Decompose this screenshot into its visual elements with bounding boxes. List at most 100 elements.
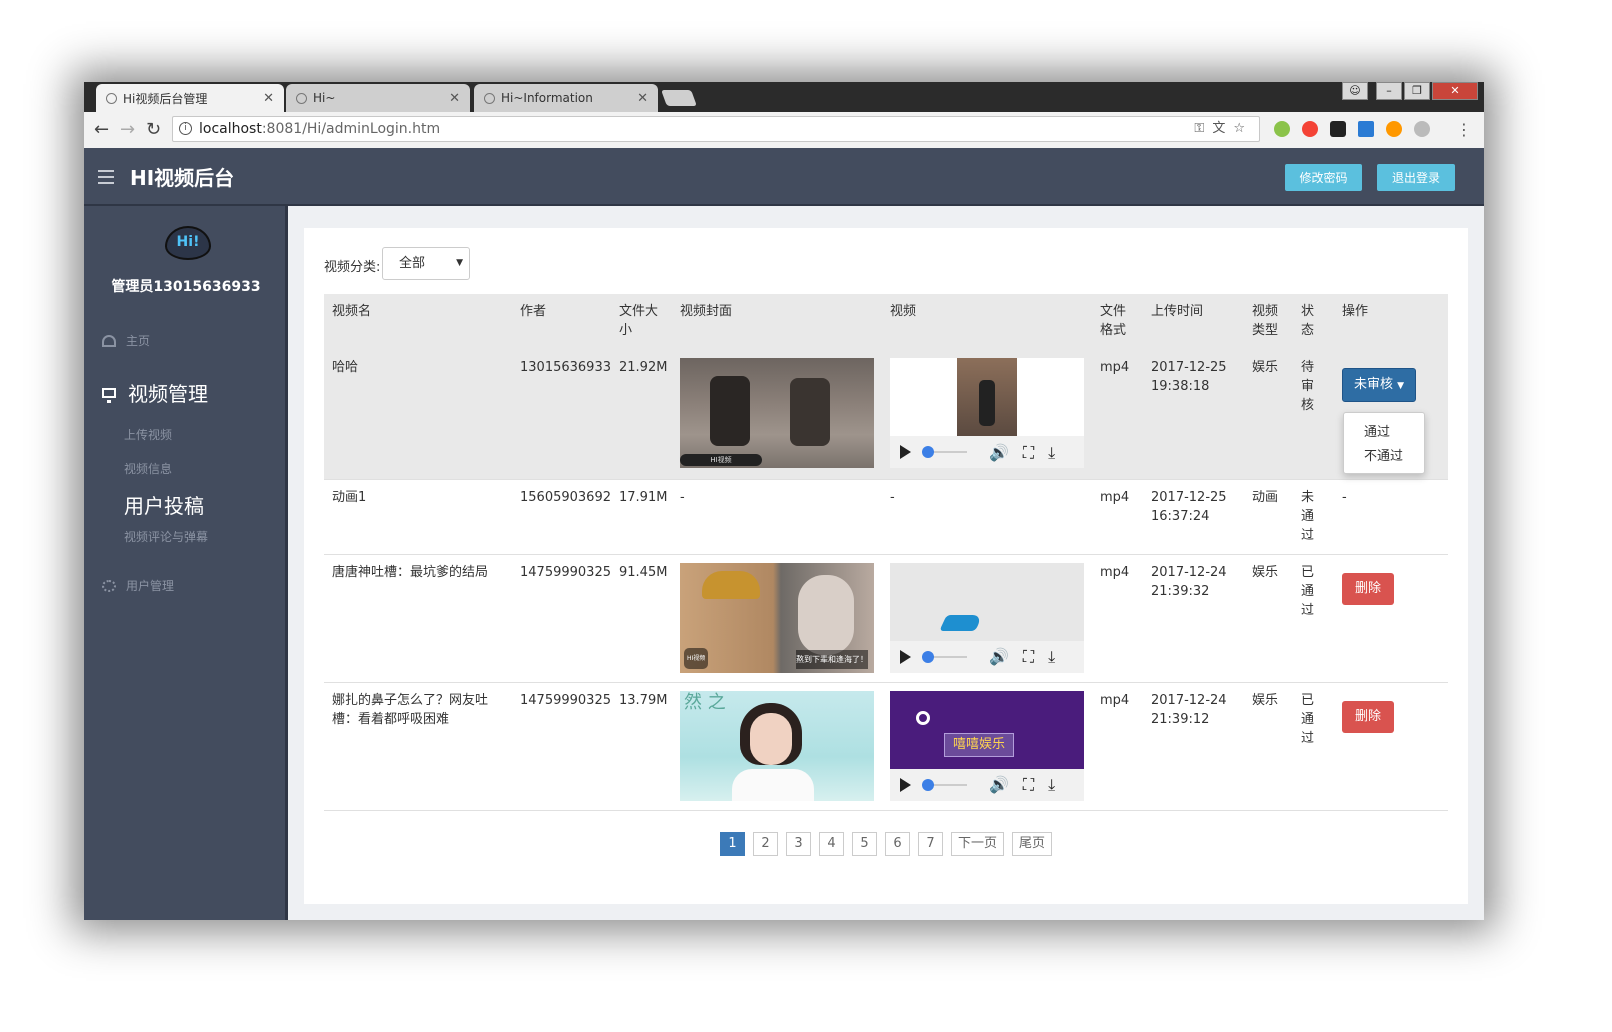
- caret-down-icon: ▼: [1397, 381, 1405, 391]
- content-panel: 视频分类: 全部 ▼ 视频名 作者 文件大小 视频封面 视频 文件格式 上传时间…: [304, 228, 1468, 904]
- dashboard-icon: [102, 334, 116, 347]
- video-status: 已通过: [1293, 682, 1334, 811]
- reload-icon[interactable]: ↻: [146, 120, 161, 140]
- video-player-cell: 🔊 ⛶ ⤓: [882, 554, 1092, 683]
- volume-icon[interactable]: 🔊: [989, 775, 1009, 794]
- logout-button[interactable]: 退出登录: [1377, 164, 1455, 191]
- page-button-1[interactable]: 1: [719, 832, 745, 856]
- video-screen[interactable]: [890, 562, 1084, 641]
- monitor-icon: [102, 387, 116, 403]
- sidebar-item-video-management[interactable]: 视频管理: [102, 378, 208, 407]
- sidebar-subitem-user-submissions[interactable]: 用户投稿: [124, 490, 204, 519]
- volume-icon[interactable]: 🔊: [989, 647, 1009, 666]
- page-button-6[interactable]: 6: [884, 832, 910, 856]
- delete-button[interactable]: 删除: [1342, 572, 1394, 605]
- fullscreen-icon[interactable]: ⛶: [1023, 443, 1034, 462]
- menu-item-approve[interactable]: 通过: [1344, 421, 1424, 445]
- headdress-shape: [702, 570, 760, 599]
- info-icon[interactable]: i: [179, 122, 192, 135]
- sidebar-subitem-comments[interactable]: 视频评论与弹幕: [124, 528, 208, 545]
- window-close-button[interactable]: ✕: [1432, 82, 1478, 100]
- upload-time: 2017-12-24 21:39:12: [1143, 682, 1244, 811]
- hamburger-icon[interactable]: [98, 170, 114, 188]
- arrow-left-icon[interactable]: ←: [94, 120, 109, 140]
- fullscreen-icon[interactable]: ⛶: [1023, 647, 1034, 666]
- volume-icon[interactable]: 🔊: [989, 443, 1009, 462]
- arrow-right-icon[interactable]: →: [120, 120, 135, 140]
- star-icon[interactable]: ☆: [1233, 121, 1253, 136]
- address-bar[interactable]: i localhost:8081/Hi/adminLogin.htm ⚿文☆: [172, 116, 1260, 142]
- video-type: 娱乐: [1244, 350, 1293, 480]
- sidebar-item-label: 视频管理: [128, 382, 208, 406]
- close-icon[interactable]: ✕: [449, 91, 460, 106]
- translate-icon[interactable]: 文: [1212, 121, 1233, 136]
- next-page-button[interactable]: 下一页: [950, 832, 1004, 856]
- delete-button[interactable]: 删除: [1342, 700, 1394, 733]
- sidebar-subitem-upload[interactable]: 上传视频: [124, 426, 172, 443]
- brand-title: HI视频后台: [130, 166, 235, 190]
- action-cell: 删除: [1334, 682, 1448, 811]
- extension-icon[interactable]: [1386, 121, 1402, 137]
- chat-favicon-icon: [484, 92, 495, 104]
- maximize-button[interactable]: ❐: [1404, 82, 1430, 100]
- extension-icon[interactable]: [1274, 121, 1290, 137]
- video-format: mp4: [1092, 350, 1143, 480]
- person-silhouette: [710, 376, 750, 446]
- browser-menu-icon[interactable]: ⋮: [1456, 120, 1472, 139]
- video-name: 哈哈: [324, 350, 512, 480]
- download-icon[interactable]: ⤓: [1048, 647, 1055, 666]
- download-icon[interactable]: ⤓: [1048, 775, 1055, 794]
- play-icon[interactable]: [900, 777, 911, 792]
- video-player[interactable]: 🔊 ⛶ ⤓: [890, 358, 1084, 468]
- close-icon[interactable]: ✕: [637, 91, 648, 106]
- extension-icon[interactable]: [1302, 121, 1318, 137]
- browser-toolbar: ← → ↻ i localhost:8081/Hi/adminLogin.htm…: [84, 112, 1484, 149]
- video-type: 娱乐: [1244, 682, 1293, 811]
- browser-tab-title: Hi视频后台管理: [123, 91, 208, 106]
- seek-slider[interactable]: [922, 650, 967, 663]
- seek-slider[interactable]: [922, 778, 967, 791]
- change-password-button[interactable]: 修改密码: [1285, 164, 1362, 191]
- sidebar-item-label: 用户管理: [126, 579, 175, 593]
- video-player[interactable]: 🔊 ⛶ ⤓: [890, 562, 1084, 673]
- key-icon[interactable]: ⚿: [1194, 121, 1212, 136]
- review-dropdown-button[interactable]: 未审核 ▼: [1342, 368, 1417, 402]
- sidebar-item-user-management[interactable]: 用户管理: [102, 577, 174, 594]
- tab-strip: Hi视频后台管理 ✕ Hi~ ✕ Hi~Information ✕ ☺ – ❐ …: [84, 82, 1484, 112]
- video-screen[interactable]: [890, 358, 1084, 436]
- page-button-4[interactable]: 4: [818, 832, 844, 856]
- cover-watermark: HI视频: [684, 647, 709, 669]
- video-cover-cell: 熬到下辈和逢海了！ HI视频: [672, 554, 882, 683]
- extension-icon[interactable]: [1414, 121, 1430, 137]
- page-button-5[interactable]: 5: [851, 832, 877, 856]
- action-cell: -: [1334, 479, 1448, 555]
- extension-icon[interactable]: [1358, 121, 1374, 137]
- page-button-3[interactable]: 3: [785, 832, 811, 856]
- play-icon[interactable]: [900, 649, 911, 664]
- browser-tab-admin[interactable]: Hi视频后台管理 ✕: [96, 84, 284, 112]
- video-type: 娱乐: [1244, 554, 1293, 683]
- video-format: mp4: [1092, 479, 1143, 555]
- minimize-button[interactable]: –: [1376, 82, 1402, 100]
- fullscreen-icon[interactable]: ⛶: [1023, 775, 1034, 794]
- page-button-2[interactable]: 2: [752, 832, 778, 856]
- extension-icon[interactable]: [1330, 121, 1346, 137]
- sidebar-subitem-video-info[interactable]: 视频信息: [124, 460, 172, 477]
- new-tab-button[interactable]: [661, 90, 697, 106]
- window-controls: ☺ – ❐ ✕: [1342, 82, 1478, 100]
- browser-tab-information[interactable]: Hi~Information ✕: [474, 84, 658, 112]
- browser-tab-hi[interactable]: Hi~ ✕: [286, 84, 470, 112]
- page-button-7[interactable]: 7: [917, 832, 943, 856]
- video-cover-image: HI视频: [680, 358, 874, 468]
- menu-item-reject[interactable]: 不通过: [1344, 445, 1424, 469]
- category-select[interactable]: 全部 ▼: [382, 247, 470, 280]
- close-icon[interactable]: ✕: [263, 91, 274, 106]
- video-screen[interactable]: 嘻嘻娱乐: [890, 690, 1084, 769]
- profile-icon[interactable]: ☺: [1342, 82, 1368, 100]
- download-icon[interactable]: ⤓: [1048, 443, 1055, 462]
- play-icon[interactable]: [900, 445, 911, 459]
- last-page-button[interactable]: 尾页: [1012, 832, 1053, 856]
- seek-slider[interactable]: [922, 446, 967, 458]
- sidebar-item-home[interactable]: 主页: [102, 332, 150, 349]
- video-player[interactable]: 嘻嘻娱乐 🔊 ⛶ ⤓: [890, 690, 1084, 801]
